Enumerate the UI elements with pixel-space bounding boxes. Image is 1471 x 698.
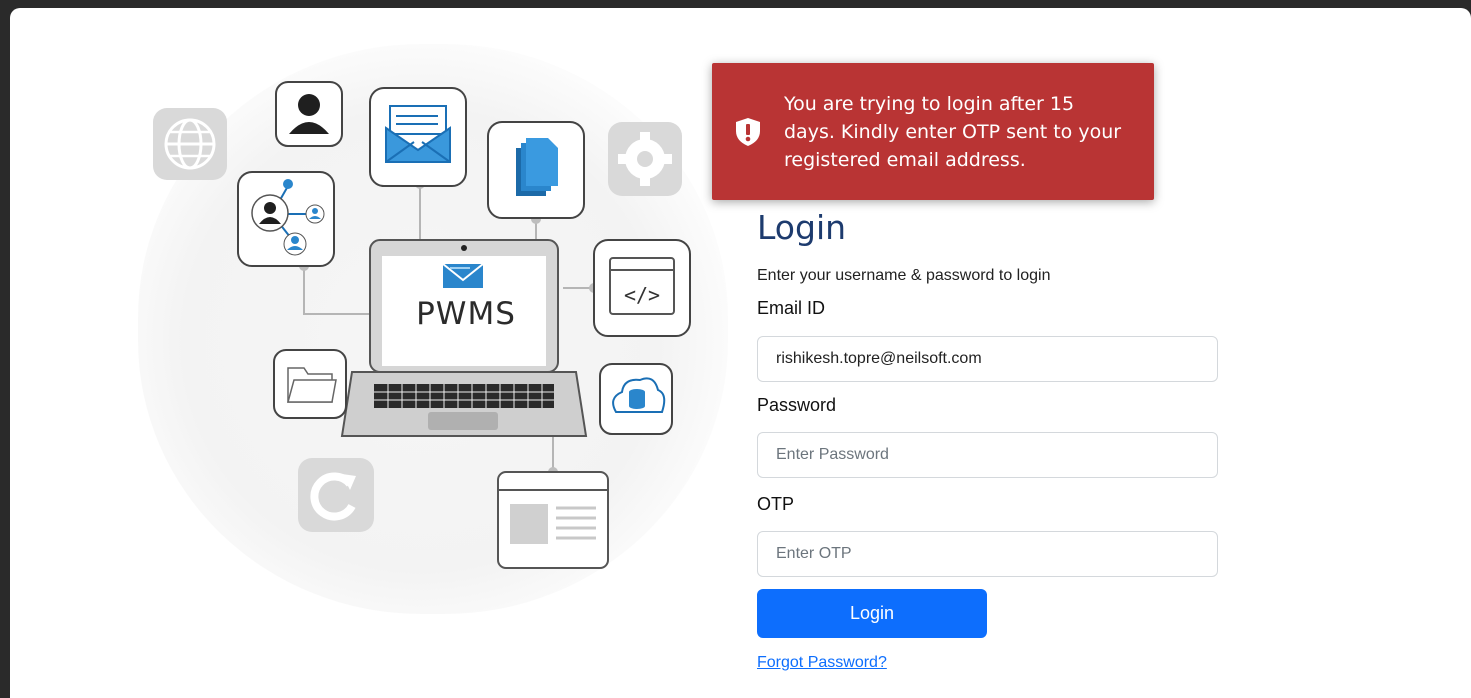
otp-warning-toast: You are trying to login after 15 days. K… xyxy=(712,63,1154,200)
login-subtitle: Enter your username & password to login xyxy=(757,267,1051,284)
otp-label: OTP xyxy=(757,494,795,514)
login-button[interactable]: Login xyxy=(757,589,987,638)
code-window-icon: </> xyxy=(593,239,691,337)
login-page: </> PWMS You are trying to login after 1… xyxy=(10,8,1471,698)
pwms-illustration: </> PWMS xyxy=(138,44,728,614)
user-icon xyxy=(275,81,343,147)
otp-field[interactable] xyxy=(757,531,1218,577)
login-title: Login xyxy=(757,208,847,247)
refresh-icon xyxy=(298,458,374,532)
shield-alert-icon xyxy=(712,117,784,147)
gear-icon xyxy=(608,122,682,196)
documents-icon xyxy=(487,121,585,219)
login-form: Login Enter your username & password to … xyxy=(757,208,1218,672)
team-network-icon xyxy=(237,171,335,267)
svg-text:</>: </> xyxy=(624,283,660,307)
folder-icon xyxy=(273,349,347,419)
cloud-database-icon xyxy=(599,363,673,435)
envelope-icon xyxy=(369,87,467,187)
email-label: Email ID xyxy=(757,298,826,318)
password-label: Password xyxy=(757,395,837,415)
laptop-icon xyxy=(340,239,588,437)
pwms-logo-text: PWMS xyxy=(416,296,516,332)
webpage-icon xyxy=(497,471,609,569)
forgot-password-link[interactable]: Forgot Password? xyxy=(757,654,887,672)
email-field[interactable] xyxy=(757,336,1218,382)
toast-message: You are trying to login after 15 days. K… xyxy=(784,92,1122,171)
globe-icon xyxy=(153,108,227,180)
password-field[interactable] xyxy=(757,432,1218,478)
